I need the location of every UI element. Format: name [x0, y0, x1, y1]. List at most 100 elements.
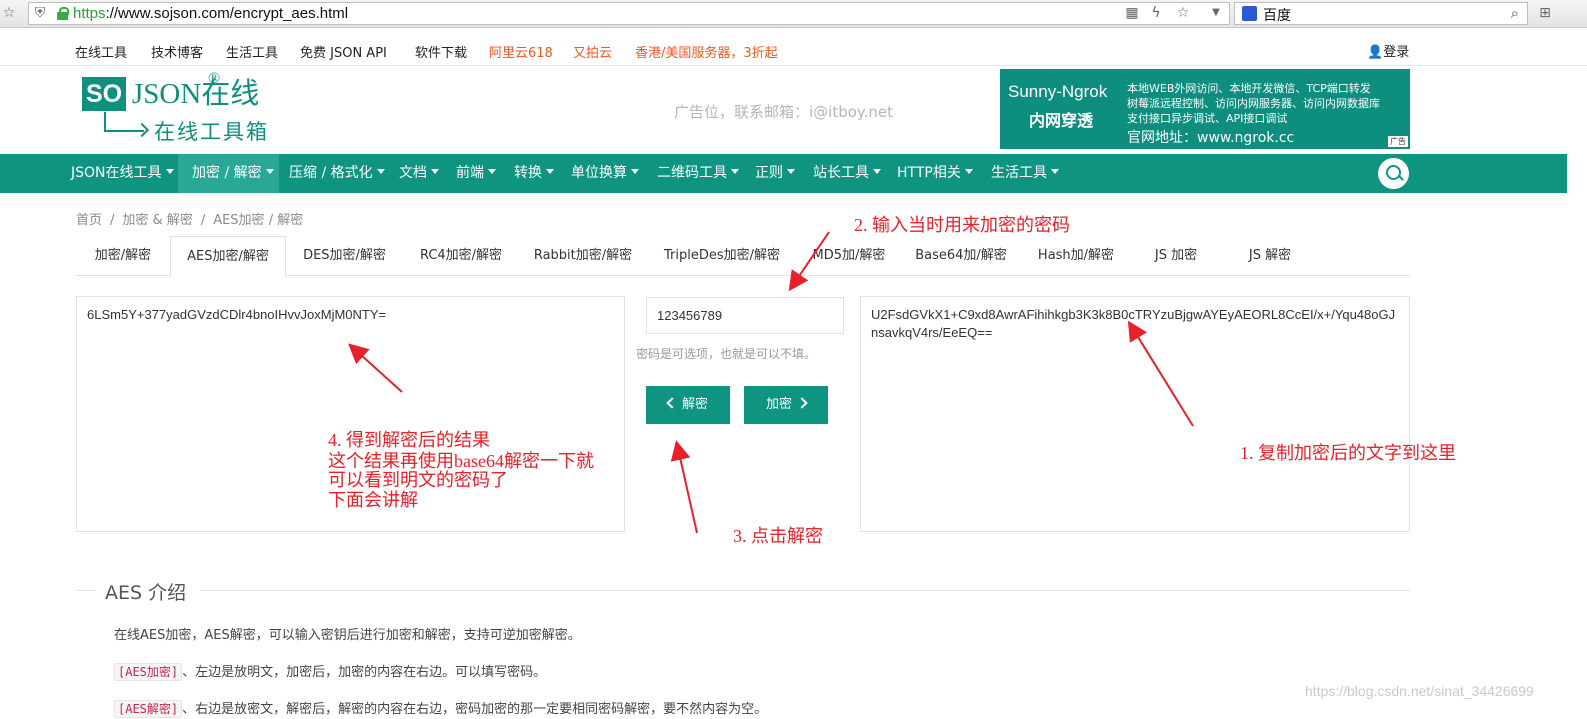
intro-title: AES 介绍	[105, 582, 187, 604]
tab-aes[interactable]: AES加密/解密	[170, 236, 286, 277]
topnav-item-download[interactable]: 软件下载	[415, 42, 467, 61]
caret-down-icon	[873, 168, 881, 174]
caret-down-icon	[964, 168, 973, 174]
browser-toolbar: ☆ ⛨ https://www.sojson.com/encrypt_aes.h…	[0, 0, 1587, 28]
topnav-item-life[interactable]: 生活工具	[226, 42, 278, 61]
tab-rc4[interactable]: RC4加密/解密	[403, 236, 519, 276]
qr-icon[interactable]: ▦	[1123, 4, 1141, 22]
decrypt-button[interactable]: 解密	[646, 386, 730, 424]
breadcrumb: 首页 / 加密 & 解密 / AES加密 / 解密	[76, 213, 304, 228]
topnav-item-tools[interactable]: 在线工具	[75, 42, 127, 61]
logo-arrow-icon	[134, 122, 150, 138]
nav-item-life[interactable]: 生活工具	[987, 154, 1063, 193]
divider	[76, 590, 96, 591]
lightning-icon[interactable]: ϟ	[1147, 4, 1165, 22]
annotation-step2: 2. 输入当时用来加密的密码	[854, 215, 1070, 235]
ciphertext-textarea[interactable]: U2FsdGVkX1+C9xd8AwrAFihihkgb3K3k8B0cTRYz…	[860, 296, 1410, 532]
main-nav: JSON在线工具 加密 / 解密 压缩 / 格式化 文档 前端 转换 单位换算 …	[0, 154, 1567, 193]
breadcrumb-current: AES加密 / 解密	[213, 213, 304, 228]
logo-line	[104, 112, 106, 132]
nav-item-http[interactable]: HTTP相关	[893, 154, 977, 193]
password-input[interactable]: 123456789	[646, 297, 844, 334]
search-engine-box[interactable]: 🐾 百度 ⌕	[1234, 2, 1528, 25]
nav-item-json-tools[interactable]: JSON在线工具	[67, 154, 178, 193]
nav-item-encrypt[interactable]: 加密 / 解密	[178, 154, 279, 193]
ad-line: 树莓派远程控制、访问内网服务器、访问内网数据库	[1127, 97, 1380, 110]
url-scheme: https	[73, 5, 106, 22]
shield-icon[interactable]: ⛨	[31, 4, 49, 22]
tab-js-decrypt[interactable]: JS 解密	[1221, 236, 1319, 276]
breadcrumb-category[interactable]: 加密 & 解密	[122, 213, 192, 228]
tab-md5[interactable]: MD5加/解密	[797, 236, 901, 276]
tab-encrypt-decrypt[interactable]: 加密/解密	[76, 236, 170, 276]
nav-label: 转换	[514, 165, 542, 181]
promo-upyun[interactable]: 又拍云	[573, 42, 612, 61]
password-hint: 密码是可选项，也就是可以不填。	[636, 347, 817, 361]
intro-paragraph: [AES解密] 、右边是放密文，解密后，解密的内容在右边，密码加密的那一定要相同密…	[114, 698, 768, 718]
nav-item-docs[interactable]: 文档	[395, 154, 443, 193]
ad-tag: 广告	[1388, 136, 1408, 147]
address-bar[interactable]: ⛨ https://www.sojson.com/encrypt_aes.htm…	[28, 2, 1230, 25]
intro-text: 、右边是放密文，解密后，解密的内容在右边，密码加密的那一定要相同密码解密，要不然…	[182, 702, 768, 717]
nav-item-webmaster[interactable]: 站长工具	[809, 154, 885, 193]
bookmark-star-icon[interactable]: ☆	[1174, 4, 1192, 22]
nav-item-qrcode[interactable]: 二维码工具	[653, 154, 743, 193]
logo-registered: ®	[208, 70, 221, 87]
nav-label: 加密 / 解密	[192, 165, 262, 181]
intro-paragraph: 在线AES加密，AES解密，可以输入密钥后进行加密和解密，支持可逆加密解密。	[114, 628, 581, 643]
tab-rabbit[interactable]: Rabbit加密/解密	[519, 236, 647, 276]
nav-label: 生活工具	[991, 165, 1047, 181]
code-tag: [AES加密]	[114, 663, 183, 681]
tab-tripledes[interactable]: TripleDes加密/解密	[647, 236, 797, 276]
nav-item-units[interactable]: 单位换算	[567, 154, 643, 193]
ad-url: 官网地址：www.ngrok.cc	[1127, 130, 1295, 146]
logo-so: SO	[82, 77, 126, 111]
nav-search-icon[interactable]	[1378, 158, 1409, 189]
ad-placeholder-text: 广告位，联系邮箱：i@itboy.net	[674, 103, 894, 121]
ad-subtitle: 内网穿透	[1029, 113, 1094, 130]
encrypt-button[interactable]: 加密	[744, 386, 828, 424]
nav-label: 站长工具	[813, 165, 869, 181]
star-icon[interactable]: ☆	[0, 4, 18, 22]
url-text[interactable]: https://www.sojson.com/encrypt_aes.html	[73, 5, 348, 22]
login-link[interactable]: 👤登录	[1367, 41, 1409, 60]
paw-icon: 🐾	[1242, 6, 1257, 21]
promo-server[interactable]: 香港/美国服务器，3折起	[635, 42, 778, 61]
topnav-item-blog[interactable]: 技术博客	[151, 42, 203, 61]
tab-js-encrypt[interactable]: JS 加密	[1131, 236, 1221, 276]
caret-down-icon	[376, 168, 385, 174]
ngrok-ad-banner[interactable]: Sunny-Ngrok 内网穿透 本地WEB外网访问、本地开发微信、TCP端口转…	[1000, 69, 1410, 149]
code-tag: [AES解密]	[114, 700, 183, 718]
caret-down-icon	[265, 168, 274, 174]
user-icon: 👤	[1367, 45, 1384, 60]
chevron-left-icon	[666, 396, 678, 409]
watermark: https://blog.csdn.net/sinat_34426699	[1305, 683, 1534, 699]
nav-label: 正则	[755, 165, 783, 181]
search-icon[interactable]: ⌕	[1511, 4, 1519, 22]
password-value: 123456789	[657, 308, 723, 323]
grid-icon[interactable]: ⊞	[1536, 4, 1554, 22]
nav-item-regex[interactable]: 正则	[751, 154, 799, 193]
intro-text: 、左边是放明文，加密后，加密的内容在右边。可以填写密码。	[182, 665, 547, 680]
topnav-item-api[interactable]: 免费 JSON API	[300, 42, 387, 61]
breadcrumb-home[interactable]: 首页	[76, 213, 102, 228]
nav-item-frontend[interactable]: 前端	[452, 154, 500, 193]
tab-hash[interactable]: Hash加/解密	[1021, 236, 1131, 276]
decrypt-label: 解密	[681, 397, 708, 412]
promo-aliyun[interactable]: 阿里云618	[489, 42, 553, 61]
logo-tagline: 在线工具箱	[154, 120, 269, 144]
tab-des[interactable]: DES加密/解密	[286, 236, 403, 276]
caret-down-icon	[546, 168, 554, 174]
nav-label: JSON在线工具	[71, 165, 162, 181]
annotation-step3: 3. 点击解密	[733, 526, 823, 546]
search-engine-label: 百度	[1263, 8, 1291, 24]
site-logo[interactable]: SO JSON在线 ® 在线工具箱	[82, 70, 292, 146]
tab-base64[interactable]: Base64加/解密	[901, 236, 1021, 276]
caret-down-icon	[488, 168, 496, 174]
dropdown-arrow-icon[interactable]: ▼	[1207, 4, 1225, 22]
nav-item-convert[interactable]: 转换	[510, 154, 558, 193]
nav-item-compress[interactable]: 压缩 / 格式化	[285, 154, 389, 193]
tool-tabs: 加密/解密 AES加密/解密 DES加密/解密 RC4加密/解密 Rabbit加…	[76, 236, 1410, 277]
caret-down-icon	[731, 168, 739, 174]
caret-down-icon	[787, 168, 795, 174]
